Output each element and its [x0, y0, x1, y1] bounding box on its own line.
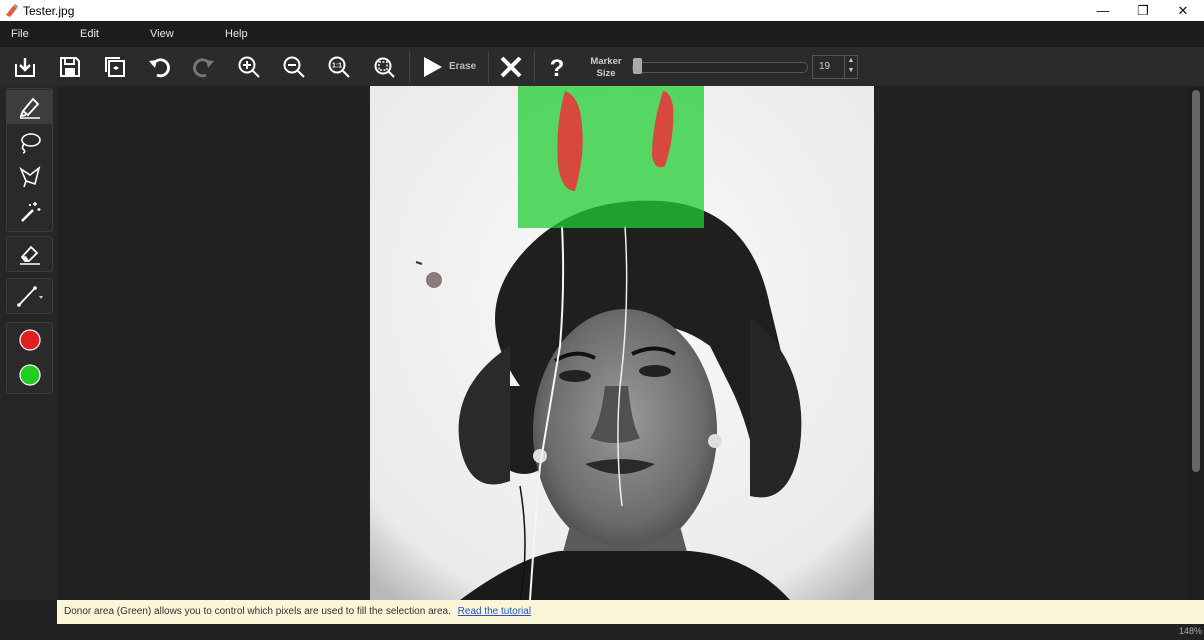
- close-button[interactable]: ✕: [1163, 0, 1203, 21]
- zoom-fit-icon: [374, 57, 395, 78]
- erase-button[interactable]: [418, 53, 446, 81]
- save-icon: [60, 57, 80, 77]
- zoom-actual-size-icon: 1:1: [328, 56, 350, 78]
- redo-button[interactable]: [190, 53, 218, 81]
- marker-size-stepper[interactable]: 19 ▲ ▼: [812, 55, 858, 79]
- menu-view[interactable]: View: [150, 28, 174, 40]
- marker-size-value[interactable]: 19: [819, 61, 830, 72]
- restore-button[interactable]: ❐: [1123, 0, 1163, 21]
- eraser-icon: [19, 245, 40, 265]
- marker-pen-icon: [19, 97, 40, 119]
- color-group: [6, 322, 53, 394]
- zoom-in-icon: [238, 56, 260, 78]
- polygon-lasso-icon: [18, 165, 40, 188]
- marker-label-line2: Size: [596, 68, 616, 79]
- marker-size-slider-handle[interactable]: [633, 58, 642, 74]
- compare-icon: [105, 57, 125, 77]
- erase-label[interactable]: Erase: [449, 61, 476, 72]
- green-circle-icon: [18, 364, 41, 386]
- cancel-button[interactable]: [497, 53, 525, 81]
- donor-area-mask: [518, 86, 704, 228]
- title-bar: Tester.jpg — ❐ ✕: [0, 0, 1204, 21]
- tools-sidebar: [0, 86, 57, 600]
- menu-help[interactable]: Help: [225, 28, 248, 40]
- line-tool-button[interactable]: [7, 279, 52, 313]
- zoom-out-button[interactable]: [280, 53, 308, 81]
- zoom-out-icon: [283, 56, 305, 78]
- menu-file[interactable]: File: [11, 28, 29, 40]
- actual-size-button[interactable]: 1:1: [325, 53, 353, 81]
- hint-message: Donor area (Green) allows you to control…: [64, 606, 531, 617]
- fit-to-window-button[interactable]: [370, 53, 398, 81]
- save-button[interactable]: [56, 53, 84, 81]
- zoom-level: 148%: [1178, 626, 1202, 636]
- app-icon: [6, 4, 18, 17]
- tutorial-link[interactable]: Read the tutorial: [458, 606, 531, 617]
- toolbar: 1:1 Erase ? Marker Size 19 ▲ ▼: [0, 47, 1204, 87]
- menu-bar: File Edit View Help: [0, 21, 1204, 47]
- red-circle-icon: [18, 329, 41, 351]
- photo-canvas[interactable]: [370, 86, 874, 600]
- toolbar-separator: [409, 51, 410, 83]
- hint-text: Donor area (Green) allows you to control…: [64, 606, 451, 617]
- stepper-arrows[interactable]: ▲ ▼: [844, 56, 857, 78]
- marker-size-label: Marker Size: [588, 56, 624, 80]
- undo-button[interactable]: [145, 53, 173, 81]
- close-x-icon: [500, 56, 522, 78]
- scrollbar-thumb[interactable]: [1192, 90, 1200, 472]
- hint-bar: Donor area (Green) allows you to control…: [57, 600, 1204, 624]
- magic-wand-tool-button[interactable]: [7, 195, 52, 229]
- green-donor-color-button[interactable]: [7, 358, 52, 392]
- magic-wand-icon: [20, 202, 40, 222]
- help-button[interactable]: ?: [543, 53, 571, 81]
- play-icon: [424, 57, 442, 77]
- line-icon: [16, 286, 43, 307]
- marker-tool-button[interactable]: [7, 90, 52, 124]
- open-button[interactable]: [11, 53, 39, 81]
- marker-label-line1: Marker: [590, 56, 622, 67]
- eraser-tool-group: [6, 236, 53, 272]
- lasso-tool-button[interactable]: [7, 125, 52, 159]
- eraser-tool-button[interactable]: [7, 237, 52, 271]
- svg-text:1:1: 1:1: [332, 63, 342, 70]
- lasso-icon: [20, 133, 41, 154]
- compare-button[interactable]: [101, 53, 129, 81]
- open-icon: [15, 58, 35, 77]
- selection-tools-group: [6, 88, 53, 232]
- line-tool-group: [6, 278, 53, 314]
- portrait-image[interactable]: [370, 86, 874, 600]
- menu-edit[interactable]: Edit: [80, 28, 99, 40]
- stepper-down-icon[interactable]: ▼: [845, 66, 857, 76]
- red-selection-color-button[interactable]: [7, 323, 52, 357]
- undo-icon: [149, 58, 170, 78]
- stepper-up-icon[interactable]: ▲: [845, 56, 857, 66]
- toolbar-separator: [534, 51, 535, 83]
- question-mark-icon: ?: [550, 55, 565, 79]
- toolbar-separator: [488, 51, 489, 83]
- zoom-in-button[interactable]: [235, 53, 263, 81]
- window-title: Tester.jpg: [23, 4, 75, 18]
- minimize-button[interactable]: —: [1083, 0, 1123, 21]
- svg-text:?: ?: [550, 55, 565, 79]
- marker-size-slider[interactable]: [632, 62, 808, 73]
- redo-icon: [193, 58, 214, 78]
- polygonal-lasso-tool-button[interactable]: [7, 160, 52, 194]
